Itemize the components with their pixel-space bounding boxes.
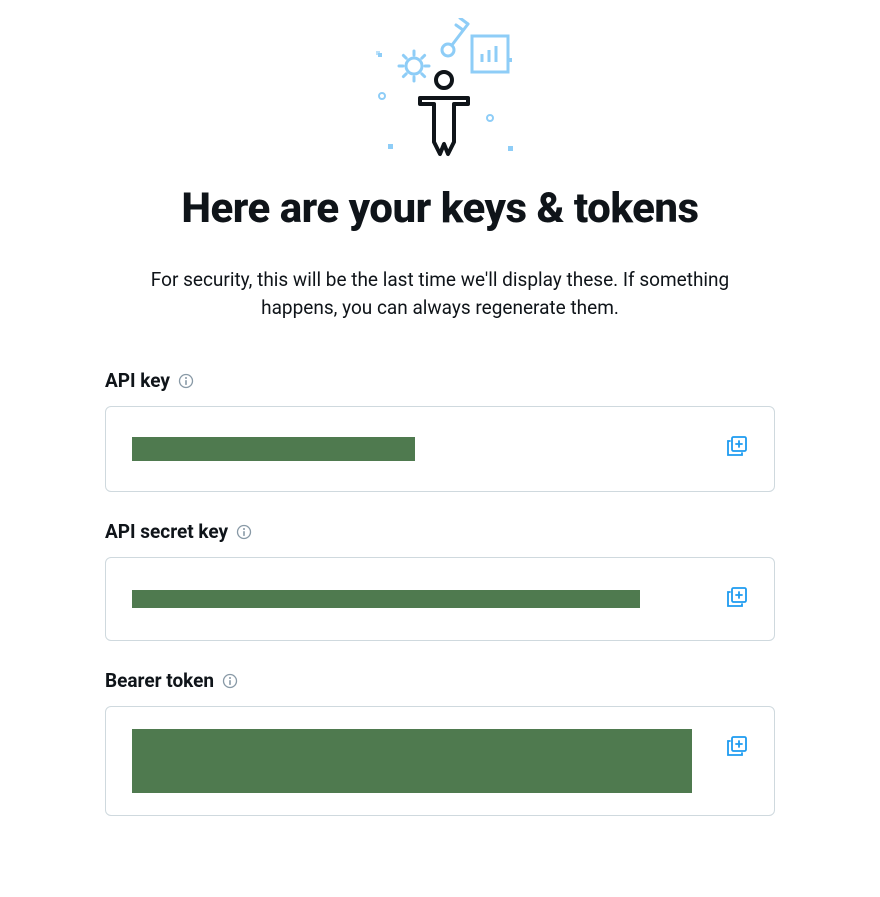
field-bearer-token: Bearer token: [105, 669, 775, 816]
hero-keys-illustration: [105, 18, 775, 158]
info-icon[interactable]: [222, 673, 238, 689]
api-secret-key-box: [105, 557, 775, 641]
copy-plus-icon: [726, 435, 748, 457]
api-key-box: [105, 406, 775, 492]
bearer-token-label: Bearer token: [105, 669, 214, 692]
copy-plus-icon: [726, 735, 748, 757]
api-key-value-redacted: [132, 437, 415, 461]
info-icon[interactable]: [178, 373, 194, 389]
info-icon[interactable]: [236, 524, 252, 540]
bearer-token-value-redacted: [132, 729, 692, 793]
api-secret-key-value-redacted: [132, 590, 640, 608]
page-subtitle: For security, this will be the last time…: [120, 266, 760, 321]
api-key-label: API key: [105, 369, 170, 392]
field-api-secret-key: API secret key: [105, 520, 775, 641]
copy-api-secret-key-button[interactable]: [722, 582, 752, 615]
api-secret-key-label: API secret key: [105, 520, 228, 543]
bearer-token-box: [105, 706, 775, 816]
copy-api-key-button[interactable]: [722, 431, 752, 464]
page-title: Here are your keys & tokens: [105, 186, 775, 232]
field-api-key: API key: [105, 369, 775, 492]
copy-plus-icon: [726, 586, 748, 608]
copy-bearer-token-button[interactable]: [722, 731, 752, 764]
